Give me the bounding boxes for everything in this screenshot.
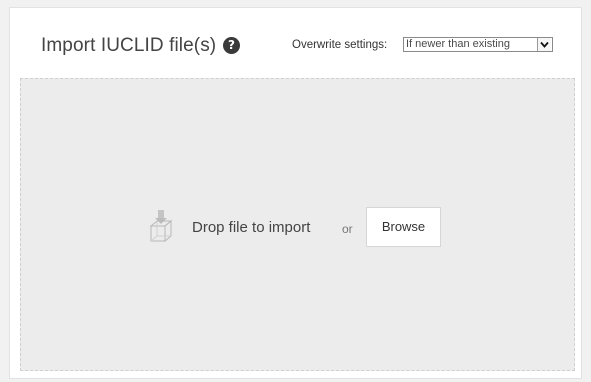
- drop-file-text: Drop file to import: [192, 219, 311, 236]
- overwrite-settings-label: Overwrite settings:: [292, 39, 388, 51]
- file-dropzone[interactable]: Drop file to import or Browse: [20, 78, 575, 371]
- dropzone-content: Drop file to import or Browse: [21, 207, 574, 249]
- or-text: or: [342, 222, 353, 236]
- file-drop-icon: [147, 209, 175, 243]
- chevron-down-icon[interactable]: [537, 38, 551, 51]
- overwrite-settings-value: If newer than existing: [406, 38, 510, 50]
- overwrite-settings-select[interactable]: If newer than existing: [403, 37, 553, 52]
- import-header: Import IUCLID file(s) ? Overwrite settin…: [10, 8, 581, 78]
- import-panel: Import IUCLID file(s) ? Overwrite settin…: [9, 7, 582, 379]
- panel-title: Import IUCLID file(s): [41, 35, 217, 56]
- browse-button[interactable]: Browse: [366, 207, 441, 247]
- help-icon[interactable]: ?: [223, 37, 240, 54]
